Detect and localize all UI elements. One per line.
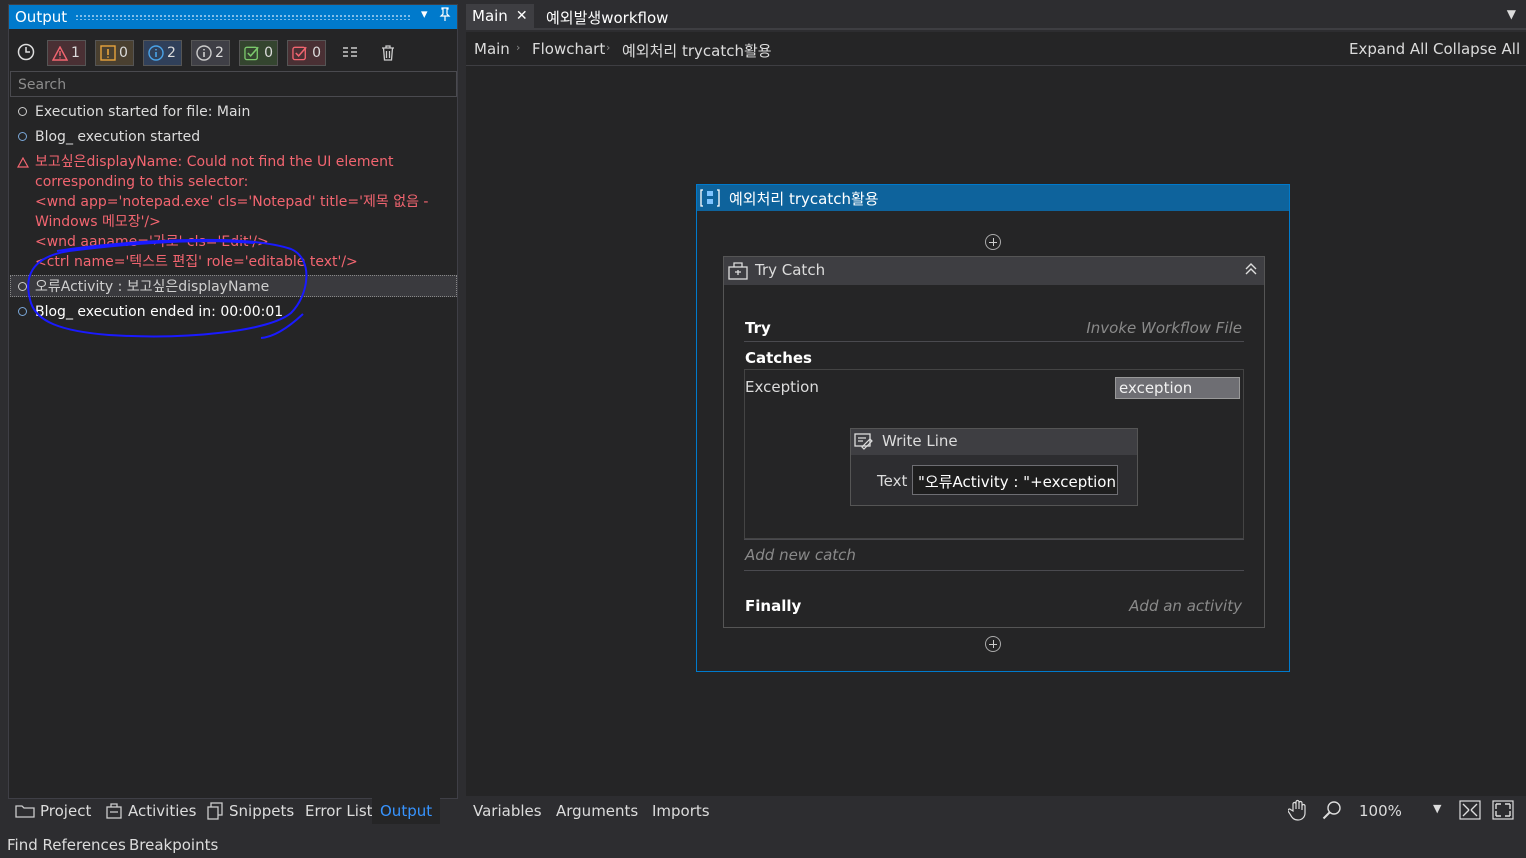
collapse-all-button[interactable]: Collapse All [1433, 40, 1520, 58]
text-property-label: Text [877, 472, 908, 490]
imports-tab[interactable]: Imports [652, 802, 710, 820]
chevron-right-icon: › [516, 41, 521, 54]
divider [744, 570, 1244, 571]
chevron-right-icon: › [606, 41, 611, 54]
chevron-down-icon[interactable]: ▼ [1433, 802, 1441, 815]
snippets-icon [207, 802, 223, 820]
fit-to-screen-icon[interactable] [1492, 800, 1514, 824]
sequence-icon [700, 188, 720, 212]
add-activity-plus-icon[interactable] [985, 234, 1001, 250]
tab-main-label: Main [472, 7, 508, 25]
tab-breakpoints-label: Breakpoints [129, 836, 219, 854]
tab-output[interactable]: Output [372, 798, 441, 824]
tab-project[interactable]: Project [15, 800, 91, 822]
breadcrumb-item-main[interactable]: Main [474, 40, 510, 58]
try-catch-title: Try Catch [755, 261, 826, 279]
output-panel: Output ▾ 1 0 2 2 0 0 Search Execution st… [8, 4, 458, 799]
add-activity-plus-icon[interactable] [985, 636, 1001, 652]
tab-error-list-label: Error List [305, 802, 373, 820]
write-line-title: Write Line [882, 432, 958, 450]
arguments-tab[interactable]: Arguments [556, 802, 638, 820]
activities-icon [106, 803, 122, 819]
finally-add-activity[interactable]: Add an activity [1129, 597, 1242, 615]
tab-snippets[interactable]: Snippets [206, 800, 294, 822]
folder-icon [15, 805, 35, 818]
sequence-header[interactable]: 예외처리 trycatch활용 [697, 185, 1289, 211]
tab-find-references-label: Find References [7, 836, 126, 854]
catches-label: Catches [745, 349, 812, 367]
write-line-icon [854, 433, 874, 455]
tab-activities-label: Activities [128, 802, 197, 820]
collapse-chevron-icon[interactable] [1244, 262, 1258, 280]
tab-project-label: Project [40, 802, 92, 820]
tab-activities[interactable]: Activities [105, 800, 196, 822]
divider [744, 539, 1244, 540]
try-activity-invoke-workflow[interactable]: Invoke Workflow File [1086, 319, 1242, 337]
document-tabs: Main ✕ 예외발생workflow ▼ [466, 0, 1526, 30]
breadcrumb: Main › Flowchart › 예외처리 trycatch활용 Expan… [466, 32, 1526, 66]
tab-error-list[interactable]: Error List [305, 800, 373, 822]
text-expression-field[interactable]: "오류Activity : "+exception.S [912, 465, 1118, 495]
sequence-title: 예외처리 trycatch활용 [729, 190, 879, 208]
annotation-circle [27, 238, 308, 339]
zoom-level[interactable]: 100% [1359, 802, 1402, 820]
tab-find-references[interactable]: Find References [7, 834, 126, 856]
sequence-activity[interactable]: 예외처리 trycatch활용 Try Catch Try Invoke Wor… [696, 184, 1290, 672]
variables-tab[interactable]: Variables [473, 802, 542, 820]
zoom-search-icon[interactable] [1322, 800, 1342, 824]
expand-all-button[interactable]: Expand All [1349, 40, 1428, 58]
designer-bottom-bar: Variables Arguments Imports 100% ▼ [466, 796, 1526, 824]
exception-variable-field[interactable]: exception [1115, 377, 1240, 399]
try-catch-header[interactable]: Try Catch [724, 257, 1264, 285]
chevron-down-icon[interactable]: ▼ [1507, 7, 1516, 21]
tab-main[interactable]: Main ✕ [466, 4, 534, 28]
write-line-activity[interactable]: Write Line Text "오류Activity : "+exceptio… [850, 428, 1138, 506]
hand-pan-icon[interactable] [1287, 799, 1308, 825]
breadcrumb-item-flowchart[interactable]: Flowchart [532, 40, 605, 58]
divider [744, 341, 1244, 342]
try-catch-activity[interactable]: Try Catch Try Invoke Workflow File Catch… [723, 256, 1265, 628]
close-icon[interactable]: ✕ [516, 8, 528, 24]
tab-snippets-label: Snippets [229, 802, 295, 820]
add-new-catch-button[interactable]: Add new catch [745, 546, 856, 564]
tab-output-label: Output [380, 802, 433, 820]
tab-exception-workflow[interactable]: 예외발생workflow [546, 7, 668, 28]
finally-label: Finally [745, 597, 802, 615]
breadcrumb-item-current[interactable]: 예외처리 trycatch활용 [622, 40, 772, 61]
try-label: Try [745, 319, 771, 337]
tab-breakpoints[interactable]: Breakpoints [129, 834, 218, 856]
write-line-header[interactable]: Write Line [851, 429, 1137, 455]
exception-type[interactable]: Exception [745, 378, 819, 396]
overview-map-icon[interactable] [1459, 800, 1481, 824]
try-catch-icon [728, 262, 748, 284]
catch-block[interactable]: Exception exception Write Line Text "오류A… [744, 369, 1244, 539]
